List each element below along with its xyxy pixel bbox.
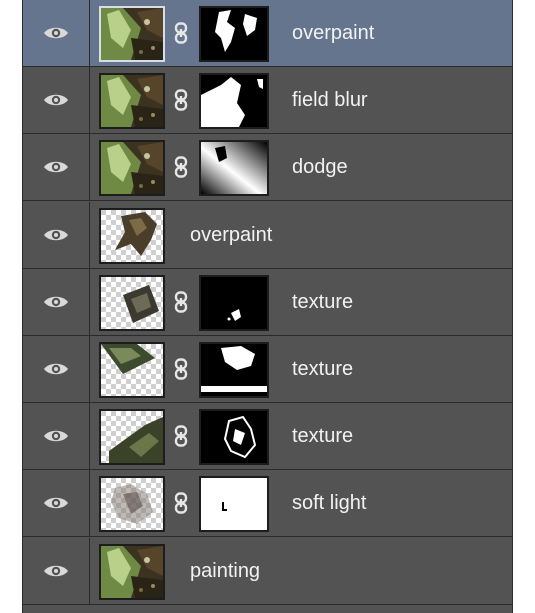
visibility-toggle[interactable] <box>23 336 90 402</box>
layer-thumbnail[interactable] <box>99 342 165 398</box>
layers-panel: overpaint field blur dodge overpaint tex… <box>22 0 513 613</box>
layer-name[interactable]: overpaint <box>190 224 272 246</box>
eye-icon[interactable] <box>43 495 69 511</box>
eye-icon[interactable] <box>43 25 69 41</box>
visibility-toggle[interactable] <box>23 201 90 268</box>
visibility-toggle[interactable] <box>23 67 90 134</box>
layer-thumbnail[interactable] <box>99 73 165 130</box>
visibility-toggle[interactable] <box>23 537 90 604</box>
chain-link-icon[interactable] <box>173 425 189 447</box>
layer-thumbnail[interactable] <box>99 140 165 197</box>
layer-mask-thumbnail[interactable] <box>199 140 269 197</box>
layer-name[interactable]: overpaint <box>292 22 374 44</box>
layer-row[interactable]: painting <box>23 537 512 605</box>
layer-row[interactable]: texture <box>23 336 512 403</box>
layer-row[interactable]: overpaint <box>23 0 512 67</box>
layer-mask-thumbnail[interactable] <box>199 476 269 533</box>
chain-link-icon[interactable] <box>173 22 189 44</box>
visibility-toggle[interactable] <box>23 470 90 537</box>
layer-name[interactable]: texture <box>292 425 353 447</box>
visibility-toggle[interactable] <box>23 0 90 66</box>
layer-row[interactable]: dodge <box>23 134 512 202</box>
chain-link-icon[interactable] <box>173 156 189 179</box>
layer-thumbnail[interactable] <box>99 207 165 264</box>
layer-thumbnail[interactable] <box>99 274 165 331</box>
eye-icon[interactable] <box>43 92 69 108</box>
layer-mask-thumbnail[interactable] <box>199 73 269 130</box>
layer-mask-thumbnail[interactable] <box>199 409 269 466</box>
eye-icon[interactable] <box>43 563 69 579</box>
layer-name[interactable]: painting <box>190 560 260 582</box>
layer-name[interactable]: field blur <box>292 89 368 111</box>
layer-row[interactable]: overpaint <box>23 201 512 269</box>
chain-link-icon[interactable] <box>173 89 189 111</box>
eye-icon[interactable] <box>43 294 69 310</box>
layer-mask-thumbnail[interactable] <box>199 342 269 398</box>
layer-thumbnail[interactable] <box>99 6 165 62</box>
layer-row[interactable]: soft light <box>23 470 512 538</box>
visibility-toggle[interactable] <box>23 268 90 335</box>
eye-icon[interactable] <box>43 227 69 243</box>
canvas: overpaint field blur dodge overpaint tex… <box>0 0 535 613</box>
layer-thumbnail[interactable] <box>99 409 165 466</box>
visibility-toggle[interactable] <box>23 403 90 470</box>
eye-icon[interactable] <box>43 361 69 377</box>
layer-name[interactable]: soft light <box>292 492 366 514</box>
layer-thumbnail[interactable] <box>99 476 165 533</box>
layer-mask-thumbnail[interactable] <box>199 6 269 62</box>
layer-name[interactable]: dodge <box>292 156 348 178</box>
layer-thumbnail[interactable] <box>99 543 165 600</box>
visibility-toggle[interactable] <box>23 134 90 201</box>
chain-link-icon[interactable] <box>173 492 189 515</box>
layer-name[interactable]: texture <box>292 358 353 380</box>
eye-icon[interactable] <box>43 159 69 175</box>
chain-link-icon[interactable] <box>173 291 189 313</box>
layer-mask-thumbnail[interactable] <box>199 274 269 331</box>
eye-icon[interactable] <box>43 428 69 444</box>
chain-link-icon[interactable] <box>173 358 189 380</box>
layer-row[interactable]: texture <box>23 403 512 471</box>
layer-row[interactable]: field blur <box>23 67 512 135</box>
layer-row[interactable]: texture <box>23 268 512 336</box>
layer-name[interactable]: texture <box>292 291 353 313</box>
